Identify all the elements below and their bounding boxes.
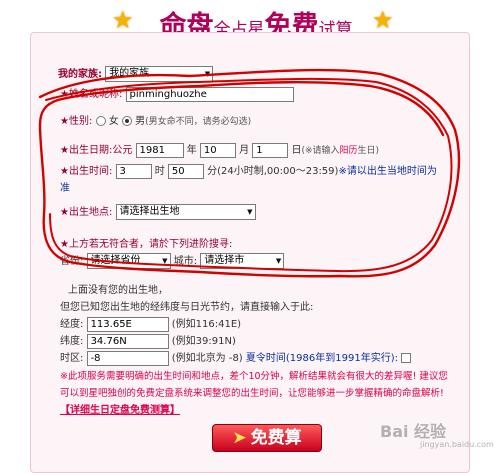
family-select[interactable]: 我的家族 (105, 66, 214, 82)
birthplace-label: 出生地点: (68, 207, 113, 218)
detail-link[interactable]: 【详细生日定盘免费测算】 (60, 402, 180, 420)
birth-time-label: 出生时间: (68, 166, 113, 177)
gender-male-radio[interactable] (121, 116, 132, 126)
required-star-icon: ★ (60, 239, 69, 250)
gender-label: 性别: (68, 116, 93, 127)
day-input[interactable]: 1 (252, 142, 289, 158)
birthplace-select-value: 请选择出生地 (119, 206, 180, 217)
city-select-value: 请选择市 (204, 255, 245, 266)
longitude-label: 经度: (60, 319, 84, 330)
time-note-continued: 准 (60, 183, 70, 194)
province-label: 省份: (60, 256, 84, 267)
year-input[interactable]: 1981 (135, 142, 184, 158)
required-star-icon: ★ (60, 166, 69, 177)
star-icon: ★ (112, 6, 134, 34)
timezone-row: 时区: -8 (例如北京为 -8) 夏令时间(1986年到1991年实行): (60, 350, 412, 368)
timezone-input[interactable]: -8 (86, 350, 169, 366)
gender-row: ★性别: 女 男(男女命不同，请务必勾选) (60, 113, 251, 131)
month-input[interactable]: 10 (199, 142, 236, 158)
province-select-value: 请选择省份 (90, 255, 141, 266)
province-select[interactable]: 请选择省份 (86, 253, 171, 269)
birth-time-row: ★出生时间: 3 时 50 分(24小时制,00:00～23:59)※请以出生当… (60, 163, 437, 181)
year-unit: 年 (186, 145, 197, 156)
birthplace-select[interactable]: 请选择出生地 (115, 204, 256, 220)
name-label: 姓名或昵称: (68, 89, 123, 100)
search-hint: 上方若无符合者，请於下列进阶搜寻: (68, 239, 233, 250)
longitude-input[interactable]: 113.65E (86, 316, 169, 332)
birth-date-row: ★出生日期:公元 1981 年 10 月 1 日(※请输入阳历生日) (60, 142, 379, 160)
day-unit: 日 (291, 145, 302, 156)
required-star-icon: ★ (60, 207, 69, 218)
no-birthplace-text: 上面没有您的出生地， (68, 285, 168, 296)
date-note-prefix: (※请输入 (301, 146, 340, 156)
month-unit: 月 (239, 145, 250, 156)
required-star-icon: ★ (60, 116, 69, 127)
city-label: 城市: (173, 256, 198, 267)
hour-unit: 时 (154, 166, 165, 177)
gender-male-label: 男 (135, 116, 146, 127)
longitude-row: 经度: 113.65E (例如116:41E) (60, 316, 241, 334)
latitude-example: (例如39:91N) (171, 336, 236, 347)
hour-input[interactable]: 3 (115, 163, 152, 179)
name-input[interactable]: pinminghuozhe (125, 86, 294, 102)
date-note-suffix: 生日) (357, 146, 380, 156)
timezone-example: (例如北京为 -8) (171, 353, 243, 364)
province-city-row: 省份: 请选择省份 城市: 请选择市 (60, 253, 285, 271)
submit-label: 免费算 (250, 428, 302, 448)
minute-input[interactable]: 50 (167, 163, 204, 179)
birth-date-label: 出生日期:公元 (68, 145, 133, 156)
gender-note: (男女命不同，请务必勾选) (145, 117, 252, 127)
birthplace-row: ★出生地点: 请选择出生地 (60, 204, 256, 222)
search-hint-row: ★上方若无符合者，请於下列进阶搜寻: (60, 236, 232, 254)
latitude-row: 纬度: 34.76N (例如39:91N) (60, 333, 236, 351)
timezone-label: 时区: (60, 353, 84, 364)
manual-input-hint: 但您已知您出生地的经纬度与日光节约，请直接输入于此: (60, 302, 314, 313)
required-star-icon: ★ (60, 89, 69, 100)
latitude-input[interactable]: 34.76N (86, 333, 169, 349)
notice-line-1: ※此项服务需要明确的出生时间和地点，差个10分钟，解析结果就会有很大的差异喔! … (60, 371, 448, 382)
submit-button[interactable]: ➤ 免费算 (212, 424, 322, 452)
dst-checkbox[interactable] (401, 353, 412, 363)
name-row: ★姓名或昵称: pinminghuozhe (60, 86, 294, 104)
required-star-icon: ★ (60, 145, 69, 156)
gender-female-label: 女 (108, 116, 119, 127)
family-row: 我的家族: 我的家族 (58, 66, 214, 84)
city-select[interactable]: 请选择市 (200, 253, 285, 269)
date-note: (※请输入阳历生日) (301, 146, 379, 156)
gender-female-radio[interactable] (95, 116, 106, 126)
dst-label: 夏令时间(1986年到1991年实行): (245, 353, 398, 364)
date-note-highlight: 阳历 (339, 146, 358, 156)
family-select-value: 我的家族 (109, 68, 150, 79)
star-icon: ★ (372, 6, 394, 34)
arrow-icon: ➤ (232, 428, 247, 448)
latitude-label: 纬度: (60, 336, 84, 347)
watermark-logo: Bai 经验 (380, 422, 447, 441)
family-label: 我的家族: (58, 69, 102, 80)
longitude-example: (例如116:41E) (171, 319, 242, 330)
notice-line-2: 可以到星吧独创的免费定盘系统来调整您的出生时间，让您能够进一步掌握精确的命盘解析… (60, 388, 444, 399)
watermark-url: jingyan.baidu.com (420, 440, 494, 449)
time-note: ※请以出生当地时间为 (338, 166, 437, 177)
minute-unit: 分(24小时制,00:00～23:59) (207, 166, 339, 177)
